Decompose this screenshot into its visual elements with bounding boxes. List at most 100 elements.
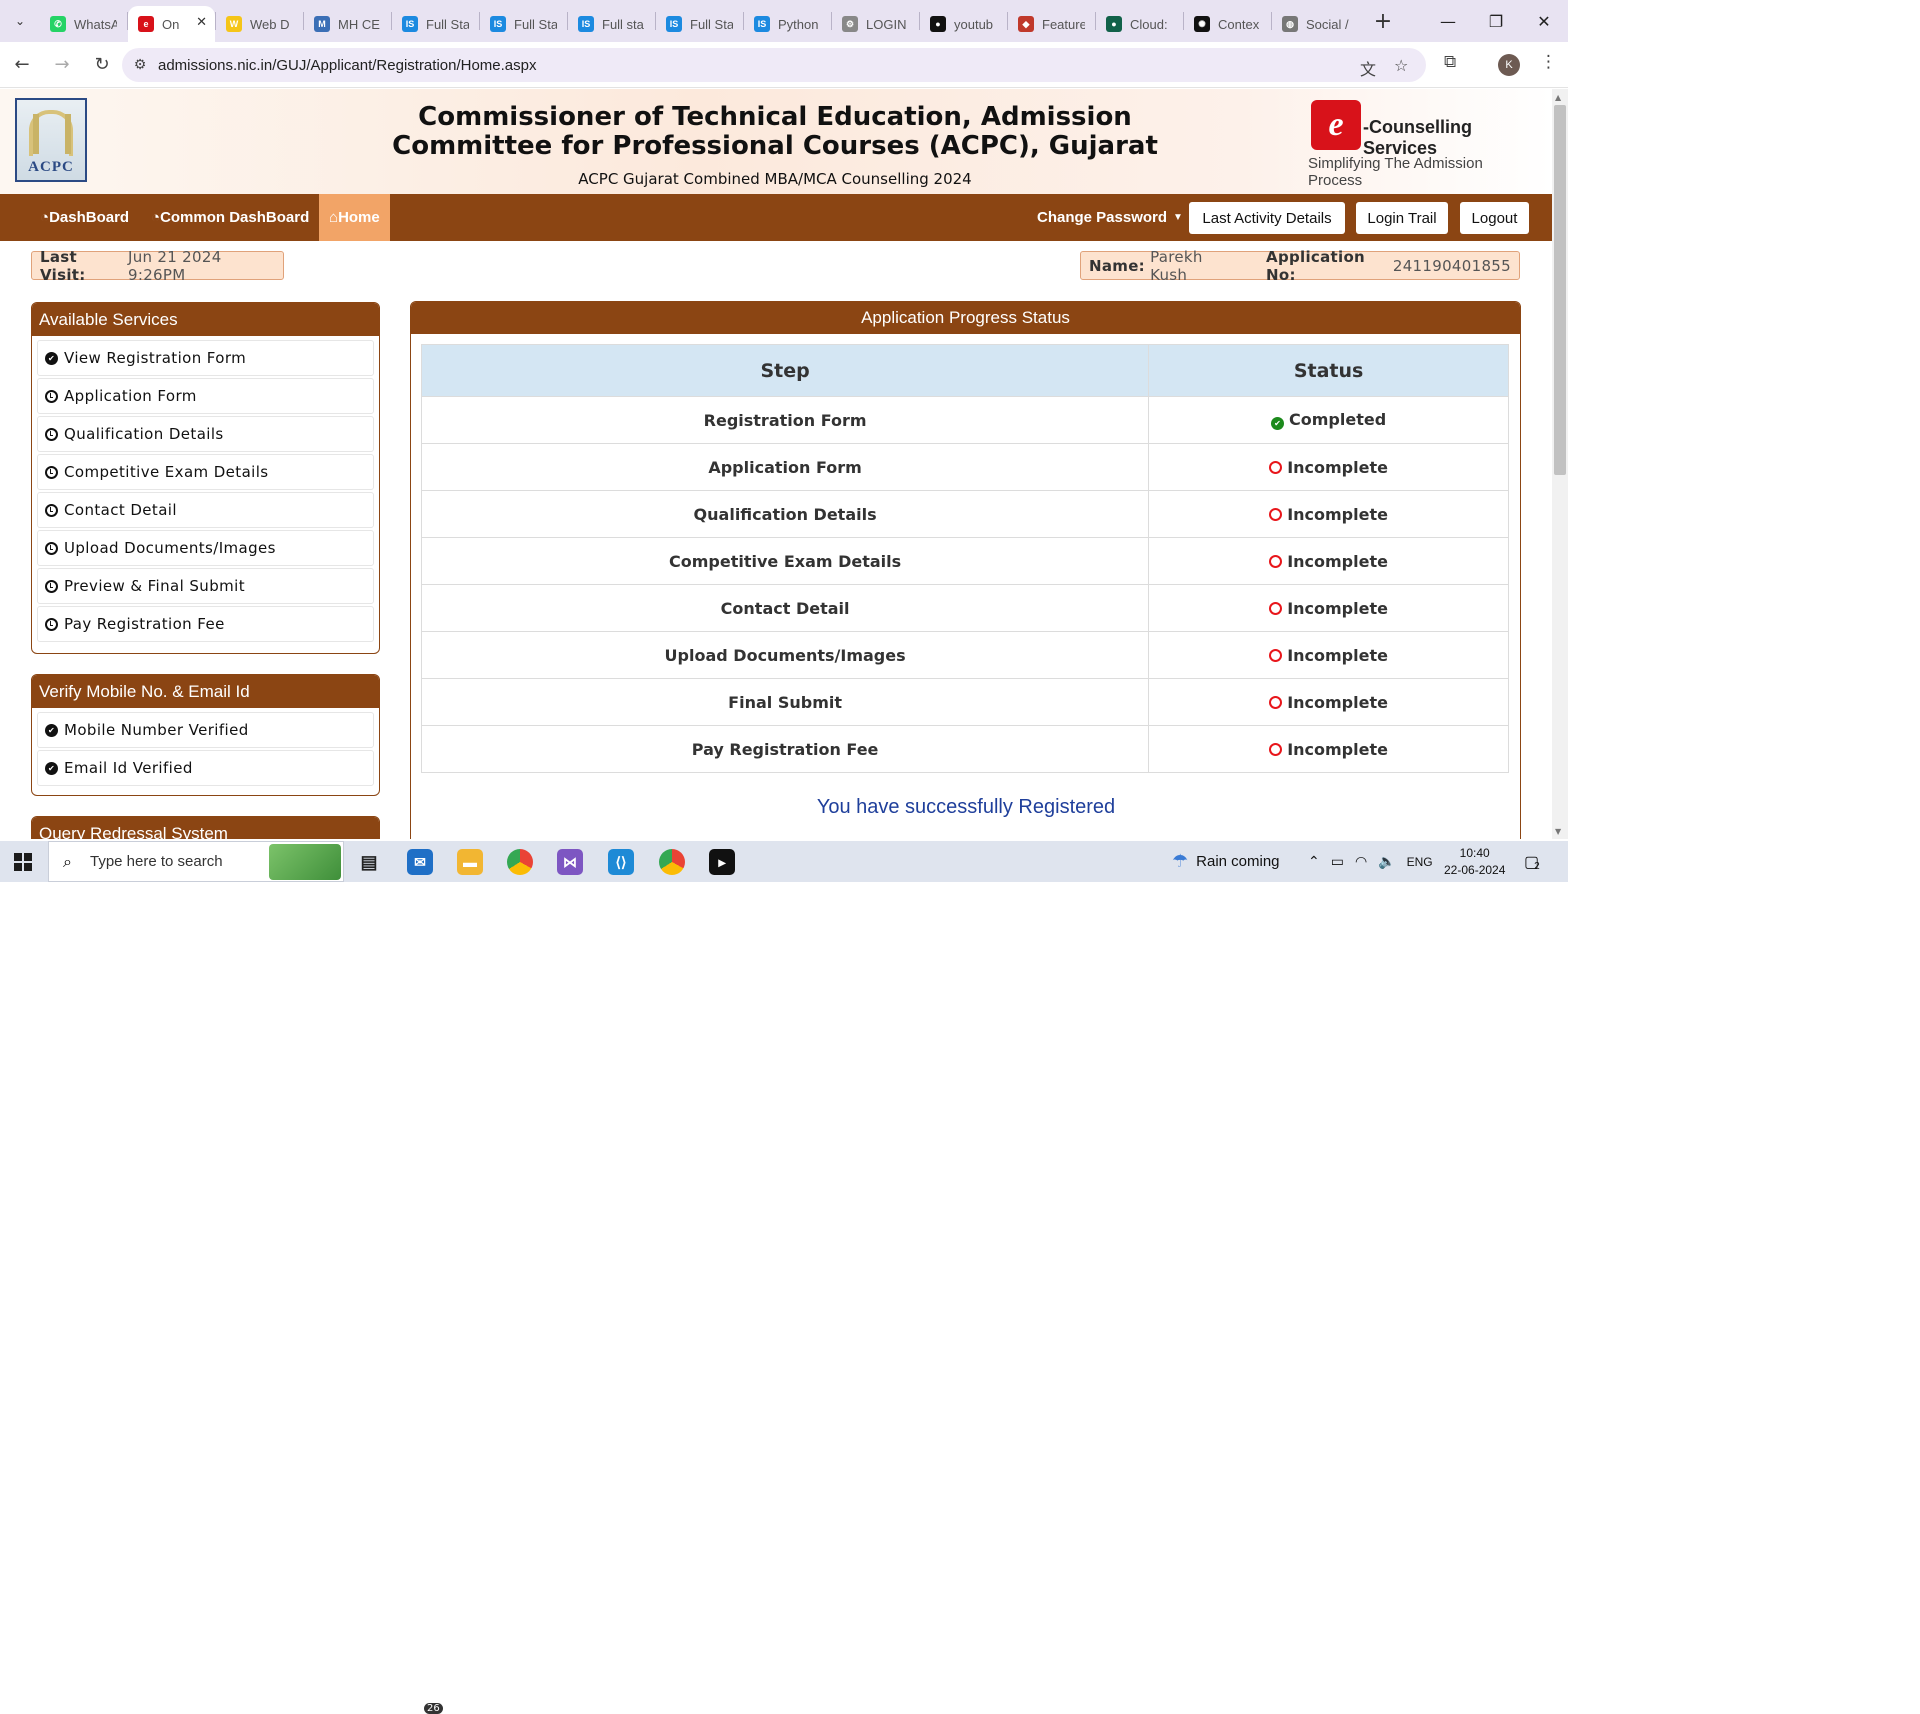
- minimize-button[interactable]: —: [1424, 0, 1472, 42]
- service-link[interactable]: Application Form: [37, 378, 374, 414]
- nav-home[interactable]: ⌂ Home: [319, 194, 390, 241]
- close-tab-icon[interactable]: ✕: [196, 15, 207, 30]
- browser-tab[interactable]: ✆ WhatsA: [40, 7, 127, 41]
- panel-title: Query Redressal System: [32, 817, 379, 839]
- back-button[interactable]: ←: [4, 47, 40, 83]
- windows-start-icon[interactable]: [14, 853, 32, 871]
- col-status-header: Status: [1148, 344, 1509, 397]
- close-window-button[interactable]: ✕: [1520, 0, 1568, 42]
- clock[interactable]: 10:40 22-06-2024: [1444, 841, 1505, 882]
- progress-panel: Application Progress Status Step Status …: [410, 301, 1521, 839]
- reload-button[interactable]: ↻: [84, 47, 120, 83]
- nav-common-dashboard[interactable]: ◔ Common DashBoard: [151, 194, 309, 241]
- taskbar-search[interactable]: ⌕ Type here to search: [48, 841, 344, 882]
- verify-panel: Verify Mobile No. & Email Id ✔ Mobile Num…: [31, 674, 380, 796]
- browser-tab[interactable]: ⚙ LOGIN: [832, 7, 919, 41]
- browser-tab[interactable]: M MH CE: [304, 7, 391, 41]
- applicant-info-box: Name: Parekh Kush Application No: 241190…: [1080, 248, 1520, 284]
- new-tab-button[interactable]: +: [1369, 9, 1397, 34]
- table-row: Pay Registration Fee Incomplete: [420, 725, 1509, 773]
- last-activity-button[interactable]: Last Activity Details: [1189, 202, 1345, 234]
- weather-widget[interactable]: ☂ Rain coming: [1172, 841, 1280, 882]
- visual-studio-icon[interactable]: ⋈: [557, 849, 583, 875]
- table-row: Final Submit Incomplete: [420, 678, 1509, 726]
- clock-icon: [1269, 507, 1283, 521]
- check-circle-icon: ✔: [45, 723, 58, 737]
- clock-icon: [45, 503, 58, 517]
- nav-dashboard[interactable]: ◔ DashBoard: [40, 194, 129, 241]
- login-trail-button[interactable]: Login Trail: [1356, 202, 1448, 234]
- browser-tab[interactable]: ✺ Contex: [1184, 7, 1271, 41]
- browser-tab[interactable]: W Web D: [216, 7, 303, 41]
- status-cell: Incomplete: [1148, 725, 1509, 773]
- browser-menu-icon[interactable]: ⋮: [1540, 52, 1557, 72]
- tab-title: Contex: [1218, 16, 1260, 32]
- browser-tab[interactable]: ● Cloud:: [1096, 7, 1183, 41]
- chrome-profile-icon[interactable]: [659, 849, 685, 875]
- service-link[interactable]: Preview & Final Submit: [37, 568, 374, 604]
- browser-tab[interactable]: IS Full Sta: [480, 7, 567, 41]
- scrollbar-thumb[interactable]: [1554, 105, 1566, 475]
- chrome-icon[interactable]: [507, 849, 533, 875]
- chevron-up-icon[interactable]: ⌃: [1308, 853, 1320, 870]
- system-tray[interactable]: ⌃ ▭ ◠ 🔈 ENG: [1308, 841, 1433, 882]
- url-bar[interactable]: ⚙ admissions.nic.in/GUJ/Applicant/Regist…: [122, 48, 1426, 82]
- browser-tab[interactable]: ● youtub: [920, 7, 1007, 41]
- extensions-icon[interactable]: ⧉: [1444, 52, 1456, 72]
- step-cell: Qualification Details: [420, 490, 1150, 538]
- service-link[interactable]: Qualification Details: [37, 416, 374, 452]
- service-link[interactable]: ✔ View Registration Form: [37, 340, 374, 376]
- tab-search-dropdown-icon[interactable]: ⌄: [0, 0, 40, 42]
- tab-list: ✆ WhatsA e On ✕ W Web D M MH CE IS Full Sta IS Full …: [40, 0, 1359, 42]
- tab-title: youtub: [954, 16, 994, 32]
- windows-taskbar: ⌕ Type here to search ▤ ✉ 26 ▬ ⋈ ⟨⟩ ▸ ☂ …: [0, 841, 1568, 1714]
- logout-button[interactable]: Logout: [1460, 202, 1529, 234]
- notification-icon[interactable]: ▢ 2: [1524, 841, 1540, 882]
- table-row: Upload Documents/Images Incomplete: [420, 631, 1509, 679]
- task-view-icon[interactable]: ▤: [356, 849, 382, 875]
- table-row: Qualification Details Incomplete: [420, 490, 1509, 538]
- vscode-icon[interactable]: ⟨⟩: [608, 849, 634, 875]
- volume-icon[interactable]: 🔈: [1378, 853, 1395, 870]
- item-label: Email Id Verified: [64, 759, 193, 777]
- step-cell: Application Form: [420, 443, 1150, 491]
- language-indicator[interactable]: ENG: [1407, 855, 1433, 869]
- change-password-dropdown[interactable]: Change Password ▼: [1037, 194, 1183, 241]
- forward-button[interactable]: →: [44, 47, 80, 83]
- openai-icon: ✺: [1194, 16, 1210, 32]
- site-info-icon[interactable]: ⚙: [122, 57, 158, 73]
- battery-icon[interactable]: ▭: [1331, 853, 1344, 870]
- tab-title: Full sta: [602, 16, 644, 32]
- service-link[interactable]: Contact Detail: [37, 492, 374, 528]
- terminal-icon[interactable]: ▸: [709, 849, 735, 875]
- service-link[interactable]: Competitive Exam Details: [37, 454, 374, 490]
- tab-title: Feature: [1042, 16, 1085, 32]
- browser-tab[interactable]: ◆ Feature: [1008, 7, 1095, 41]
- page-scrollbar[interactable]: ▲ ▼: [1552, 89, 1568, 839]
- item-label: Mobile Number Verified: [64, 721, 249, 739]
- browser-tab[interactable]: IS Python: [744, 7, 831, 41]
- tab-title: Full Sta: [514, 16, 557, 32]
- browser-tab[interactable]: ◍ Social /: [1272, 7, 1359, 41]
- clock-icon: [45, 579, 58, 593]
- restore-button[interactable]: ❐: [1472, 0, 1520, 42]
- browser-tab[interactable]: e On ✕: [128, 6, 215, 42]
- tab-title: Python: [778, 16, 819, 32]
- tab-title: Full Sta: [690, 16, 733, 32]
- bookmark-star-icon[interactable]: ☆: [1394, 56, 1408, 75]
- progress-title: Application Progress Status: [411, 302, 1520, 334]
- translate-icon[interactable]: 文: [1360, 56, 1376, 80]
- service-link[interactable]: Pay Registration Fee: [37, 606, 374, 642]
- browser-tab[interactable]: IS Full Sta: [656, 7, 743, 41]
- wifi-icon[interactable]: ◠: [1355, 853, 1367, 870]
- table-row: Competitive Exam Details Incomplete: [420, 537, 1509, 585]
- profile-avatar[interactable]: K: [1498, 54, 1520, 76]
- url-text[interactable]: admissions.nic.in/GUJ/Applicant/Registra…: [158, 57, 537, 74]
- service-link[interactable]: Upload Documents/Images: [37, 530, 374, 566]
- acpc-logo: ACPC: [15, 98, 87, 182]
- mail-icon[interactable]: ✉: [407, 849, 433, 875]
- browser-tab[interactable]: IS Full sta: [568, 7, 655, 41]
- browser-tab[interactable]: IS Full Sta: [392, 7, 479, 41]
- mail-badge: 26: [424, 1703, 443, 1714]
- file-explorer-icon[interactable]: ▬: [457, 849, 483, 875]
